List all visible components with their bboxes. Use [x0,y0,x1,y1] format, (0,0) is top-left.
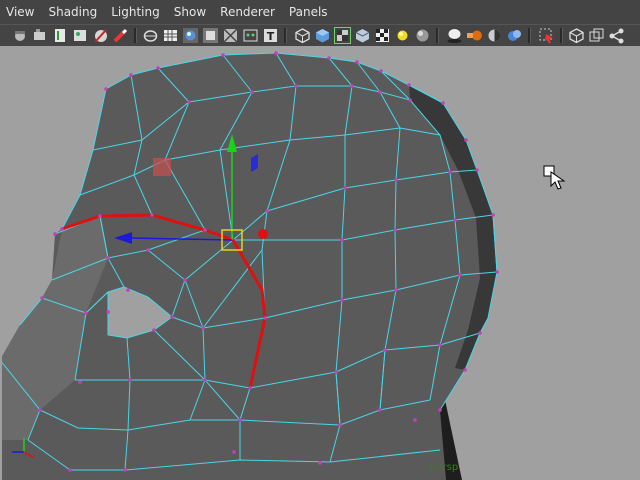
menu-panels[interactable]: Panels [289,5,328,19]
xray-pencil-icon[interactable] [112,27,129,44]
camera-label: persp [430,462,459,473]
isolate-select-icon[interactable] [538,27,555,44]
wireframe-icon[interactable] [142,27,159,44]
image-plane-icon[interactable] [72,27,89,44]
screen-space-ao-icon[interactable] [446,27,463,44]
safe-action-icon[interactable] [242,27,259,44]
shadows-icon[interactable] [414,27,431,44]
use-all-lights-icon[interactable] [394,27,411,44]
grease-pencil-icon[interactable] [92,27,109,44]
xray-active-components-icon[interactable] [588,27,605,44]
panel-toolbar: T [0,24,640,46]
wireframe-on-shaded-icon[interactable] [334,27,351,44]
depth-of-field-icon[interactable] [506,27,523,44]
svg-text:T: T [267,30,275,43]
menu-renderer[interactable]: Renderer [220,5,275,19]
bookmarks-icon[interactable] [52,27,69,44]
textured-icon[interactable] [374,27,391,44]
wireframe-shading-icon[interactable] [294,27,311,44]
panel-menu-bar: View Shading Lighting Show Renderer Pane… [0,0,640,24]
camera-select-icon[interactable] [12,27,29,44]
default-material-icon[interactable] [354,27,371,44]
film-gate-icon[interactable] [182,27,199,44]
camera-attributes-icon[interactable] [32,27,49,44]
perspective-viewport[interactable]: persp [2,47,640,480]
safe-title-icon[interactable]: T [262,27,279,44]
menu-show[interactable]: Show [174,5,206,19]
viewport-canvas [2,51,566,480]
multisample-aa-icon[interactable] [486,27,503,44]
smooth-shade-icon[interactable] [314,27,331,44]
menu-lighting[interactable]: Lighting [111,5,160,19]
resolution-gate-icon[interactable] [202,27,219,44]
mouse-cursor-icon [543,165,566,190]
xray-joints-icon[interactable] [608,27,625,44]
grid-icon[interactable] [162,27,179,44]
motion-blur-icon[interactable] [466,27,483,44]
field-chart-icon[interactable] [222,27,239,44]
xray-icon[interactable] [568,27,585,44]
menu-view[interactable]: View [6,5,34,19]
menu-shading[interactable]: Shading [48,5,97,19]
